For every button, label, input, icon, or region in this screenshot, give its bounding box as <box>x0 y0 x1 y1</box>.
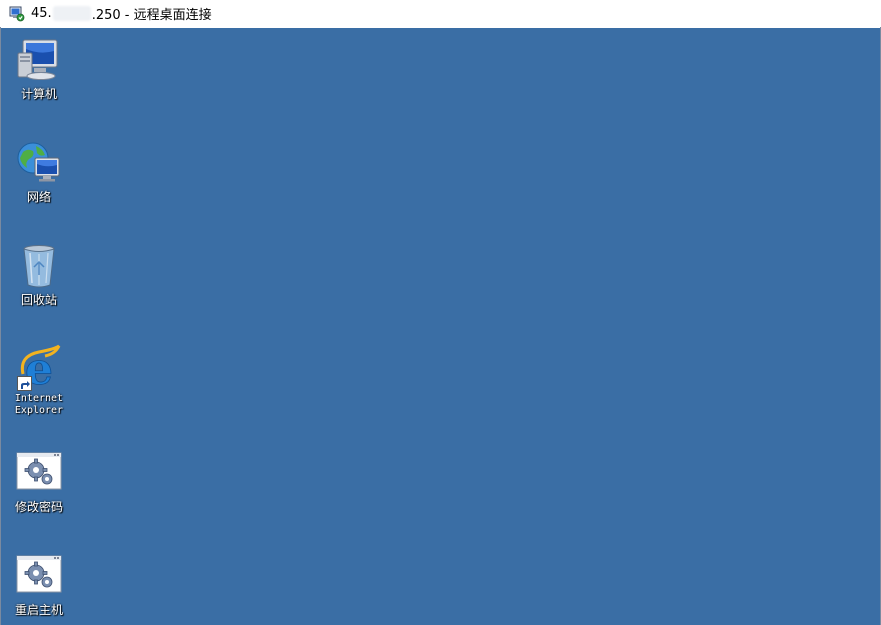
desktop-icon-label-line2: Explorer <box>14 405 64 416</box>
desktop-icon-network[interactable]: 网络 <box>2 140 76 204</box>
desktop-icon-change-password[interactable]: 修改密码 <box>2 450 76 514</box>
title-suffix: .250 - 远程桌面连接 <box>91 8 212 23</box>
desktop-icon-computer[interactable]: 计算机 <box>2 37 76 101</box>
computer-icon <box>15 37 63 85</box>
network-icon <box>15 140 63 188</box>
settings-gear-icon <box>15 450 63 498</box>
remote-desktop-surface[interactable]: 计算机 网络 回收站 e Internet Explorer 修改密码 重启主机 <box>1 28 880 625</box>
desktop-icon-label: 重启主机 <box>14 603 63 617</box>
desktop-icon-recycle-bin[interactable]: 回收站 <box>2 243 76 307</box>
desktop-icon-label-line1: Internet <box>14 393 64 404</box>
desktop-icon-label: 修改密码 <box>14 500 63 514</box>
desktop-icon-internet-explorer[interactable]: e Internet Explorer <box>2 344 76 417</box>
internet-explorer-icon: e <box>15 344 63 395</box>
settings-gear-icon <box>15 553 63 601</box>
desktop-icon-restart-host[interactable]: 重启主机 <box>2 553 76 617</box>
desktop-icon-label: Internet Explorer <box>2 393 76 417</box>
desktop-icon-label: 网络 <box>26 190 51 204</box>
desktop-icon-label: 计算机 <box>20 87 57 101</box>
redacted-ip-segment <box>52 6 91 21</box>
recycle-bin-icon <box>15 243 63 291</box>
remote-desktop-icon <box>9 6 25 22</box>
title-prefix: 45. <box>31 6 52 21</box>
desktop-icon-label: 回收站 <box>20 293 57 307</box>
window-title: 45. .250 - 远程桌面连接 <box>31 4 212 23</box>
shortcut-arrow-icon <box>17 376 32 391</box>
title-bar: 45. .250 - 远程桌面连接 <box>0 0 881 27</box>
